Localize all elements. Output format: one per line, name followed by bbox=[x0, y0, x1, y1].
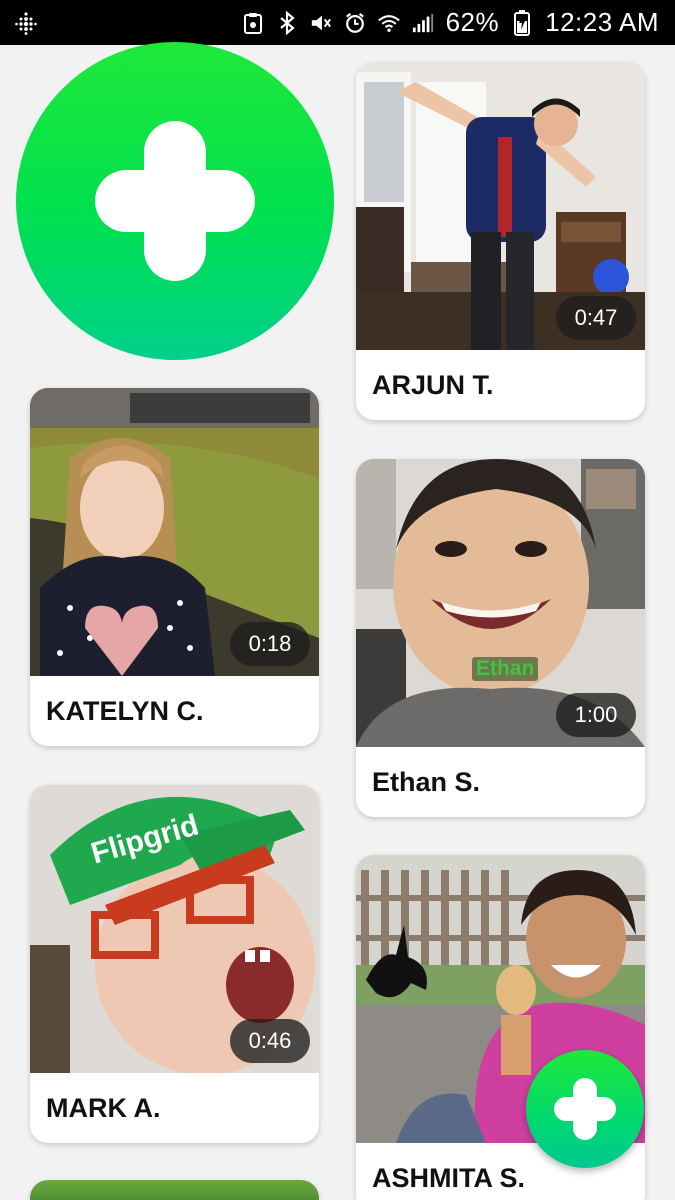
video-thumbnail[interactable]: 0:18 bbox=[30, 388, 319, 676]
add-response-button[interactable] bbox=[16, 42, 334, 360]
fitbit-icon bbox=[15, 12, 37, 35]
video-thumbnail[interactable]: Ethan 1:00 bbox=[356, 459, 645, 747]
response-card[interactable]: Ethan 1:00 Ethan S. bbox=[356, 459, 645, 817]
video-thumbnail[interactable]: Flipgrid 0:46 bbox=[30, 785, 319, 1073]
response-name: MARK A. bbox=[46, 1092, 161, 1123]
mute-icon bbox=[310, 12, 332, 34]
response-name: Ethan S. bbox=[372, 766, 481, 797]
bluetooth-icon bbox=[276, 10, 298, 35]
video-thumbnail[interactable] bbox=[30, 1180, 319, 1200]
wifi-icon bbox=[377, 12, 400, 34]
duration-badge: 0:46 bbox=[230, 1019, 310, 1063]
response-name: KATELYN C. bbox=[46, 695, 204, 726]
battery-percent: 62% bbox=[445, 7, 500, 37]
clock: 12:23 AM bbox=[545, 7, 659, 37]
video-thumbnail[interactable]: 0:47 bbox=[356, 62, 645, 350]
response-card[interactable]: Flipgrid 0:46 MARK A. bbox=[30, 785, 319, 1143]
duration-badge: 0:47 bbox=[556, 296, 636, 340]
response-card[interactable]: 0:47 ARJUN T. bbox=[356, 62, 645, 420]
duration-badge: 0:18 bbox=[230, 622, 310, 666]
response-name: ARJUN T. bbox=[372, 369, 494, 400]
battery-charging-icon bbox=[511, 9, 533, 36]
clipboard-icon bbox=[242, 12, 264, 34]
name-overlay-label: Ethan bbox=[472, 657, 539, 681]
response-card[interactable] bbox=[30, 1180, 319, 1200]
signal-icon bbox=[412, 12, 434, 34]
alarm-icon bbox=[344, 12, 366, 34]
floating-add-button[interactable] bbox=[526, 1050, 644, 1168]
response-card[interactable]: 0:18 KATELYN C. bbox=[30, 388, 319, 746]
duration-badge: 1:00 bbox=[556, 693, 636, 737]
status-bar: 62% 12:23 AM bbox=[0, 0, 675, 45]
